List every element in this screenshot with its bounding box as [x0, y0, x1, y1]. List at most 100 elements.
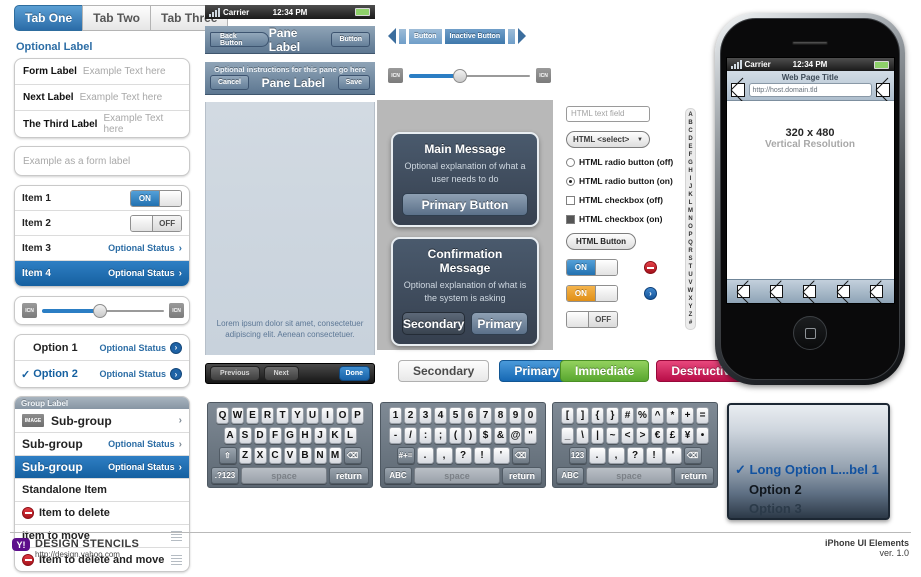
key[interactable]: 7 [479, 407, 492, 424]
radio-off-icon[interactable] [566, 157, 575, 167]
key[interactable]: N [313, 447, 327, 464]
disclosure-icon[interactable]: › [170, 368, 182, 380]
key[interactable]: , [607, 447, 625, 464]
alpha-index-letter[interactable]: T [689, 264, 693, 270]
key[interactable]: 6 [464, 407, 477, 424]
key[interactable]: : [419, 427, 432, 444]
alpha-index-letter[interactable]: X [688, 296, 692, 302]
key[interactable]: _ [561, 427, 574, 444]
key[interactable]: / [404, 427, 417, 444]
segment-inactive-button[interactable]: Inactive Button [444, 28, 506, 44]
item-row-4[interactable]: Item 4 Optional Status › [15, 261, 189, 286]
delete-badge-icon[interactable] [644, 261, 657, 274]
key[interactable]: ? [626, 447, 644, 464]
select-option-3[interactable]: Option 3 [729, 499, 888, 518]
key[interactable]: • [696, 427, 709, 444]
toolbar-item-icon[interactable] [803, 285, 817, 298]
toggle-switch-on[interactable]: ON [130, 189, 182, 207]
key[interactable]: ^ [651, 407, 664, 424]
key[interactable]: 2 [404, 407, 417, 424]
key[interactable]: - [389, 427, 402, 444]
alert-primary-button[interactable]: Primary Button [402, 193, 528, 217]
tab-bar[interactable]: Tab One Tab Two Tab Three [14, 5, 229, 31]
standalone-field-placeholder[interactable]: Example as a form label [15, 147, 189, 175]
alpha-index-letter[interactable]: M [688, 208, 693, 214]
key[interactable]: Y [291, 407, 304, 424]
checkbox-off-icon[interactable] [566, 195, 575, 205]
alphabet-index[interactable]: A B C D E F G H I J K L M N O P Q R S T … [685, 108, 696, 330]
alpha-index-letter[interactable]: V [688, 280, 692, 286]
key[interactable]: £ [666, 427, 679, 444]
key[interactable]: % [636, 407, 649, 424]
key[interactable]: \ [576, 427, 589, 444]
return-key[interactable]: return [329, 467, 369, 484]
html-radio-off-row[interactable]: HTML radio button (off) [566, 157, 676, 167]
key[interactable]: 9 [509, 407, 522, 424]
space-key[interactable]: space [414, 467, 500, 484]
slider-top[interactable]: ICN ICN [388, 68, 551, 83]
mode-key[interactable]: ABC [556, 467, 584, 484]
done-button[interactable]: Done [338, 366, 370, 381]
alpha-index-letter[interactable]: P [688, 232, 692, 238]
alpha-index-letter[interactable]: Q [688, 240, 693, 246]
space-key[interactable]: space [586, 467, 672, 484]
slider-row[interactable]: ICN ICN [15, 297, 191, 324]
alpha-index-letter[interactable]: L [689, 200, 693, 206]
key[interactable]: > [636, 427, 649, 444]
key[interactable]: 8 [494, 407, 507, 424]
alpha-index-letter[interactable]: I [690, 176, 692, 182]
key[interactable]: G [283, 427, 297, 444]
select-option-1[interactable]: ✓ Long Option L...bel 1 [729, 460, 888, 480]
alpha-index-letter[interactable]: O [688, 224, 693, 230]
key[interactable]: O [336, 407, 349, 424]
form-row[interactable]: The Third Label Example Text here [15, 111, 189, 137]
key[interactable]: X [253, 447, 267, 464]
cancel-button[interactable]: Cancel [210, 75, 249, 90]
return-key[interactable]: return [674, 467, 714, 484]
form-input-placeholder[interactable]: Example Text here [103, 113, 181, 135]
symbols-key[interactable]: #+= [396, 447, 415, 464]
item-row-3[interactable]: Item 3 Optional Status › [15, 236, 189, 261]
checkbox-on-icon[interactable] [566, 214, 575, 224]
key[interactable]: U [306, 407, 319, 424]
previous-button[interactable]: Previous [210, 366, 260, 381]
browser-right-icon[interactable] [875, 83, 890, 97]
alpha-index-letter[interactable]: B [688, 120, 692, 126]
mode-key[interactable]: ABC [384, 467, 412, 484]
backspace-key[interactable]: ⌫ [683, 447, 702, 464]
key[interactable]: T [276, 407, 289, 424]
slider-thumb[interactable] [452, 68, 467, 83]
standalone-form-field[interactable]: Example as a form label [14, 146, 190, 176]
tab-two[interactable]: Tab Two [82, 5, 151, 31]
key[interactable]: ; [434, 427, 447, 444]
key[interactable]: { [591, 407, 604, 424]
home-button[interactable] [793, 316, 827, 350]
key[interactable]: C [268, 447, 282, 464]
key[interactable]: < [621, 427, 634, 444]
key[interactable]: ? [454, 447, 472, 464]
alert-primary-button[interactable]: Primary [471, 312, 528, 336]
arrow-left-icon[interactable] [388, 28, 396, 44]
key[interactable]: = [696, 407, 709, 424]
key[interactable]: " [524, 427, 537, 444]
key[interactable]: F [268, 427, 282, 444]
group-row-delete[interactable]: Item to delete [15, 502, 189, 525]
key[interactable]: * [666, 407, 679, 424]
backspace-key[interactable]: ⌫ [511, 447, 530, 464]
select-option-2[interactable]: Option 2 [729, 480, 888, 499]
browser-left-icon[interactable] [730, 83, 745, 97]
key[interactable]: € [651, 427, 664, 444]
key[interactable]: K [328, 427, 342, 444]
alpha-index-letter[interactable]: S [688, 256, 692, 262]
alpha-index-letter[interactable]: R [688, 248, 692, 254]
key[interactable]: ) [464, 427, 477, 444]
segment-button[interactable]: Button [409, 28, 442, 44]
backspace-key[interactable]: ⌫ [343, 447, 362, 464]
drag-handle-icon[interactable] [171, 553, 182, 567]
item-row-2[interactable]: Item 2 OFF [15, 211, 189, 236]
select-picker-popup[interactable]: ✓ Long Option L...bel 1 Option 2 Option … [727, 403, 890, 520]
alpha-index-letter[interactable]: A [688, 112, 692, 118]
key[interactable]: 4 [434, 407, 447, 424]
key[interactable]: P [351, 407, 364, 424]
radio-on-icon[interactable] [566, 176, 575, 186]
